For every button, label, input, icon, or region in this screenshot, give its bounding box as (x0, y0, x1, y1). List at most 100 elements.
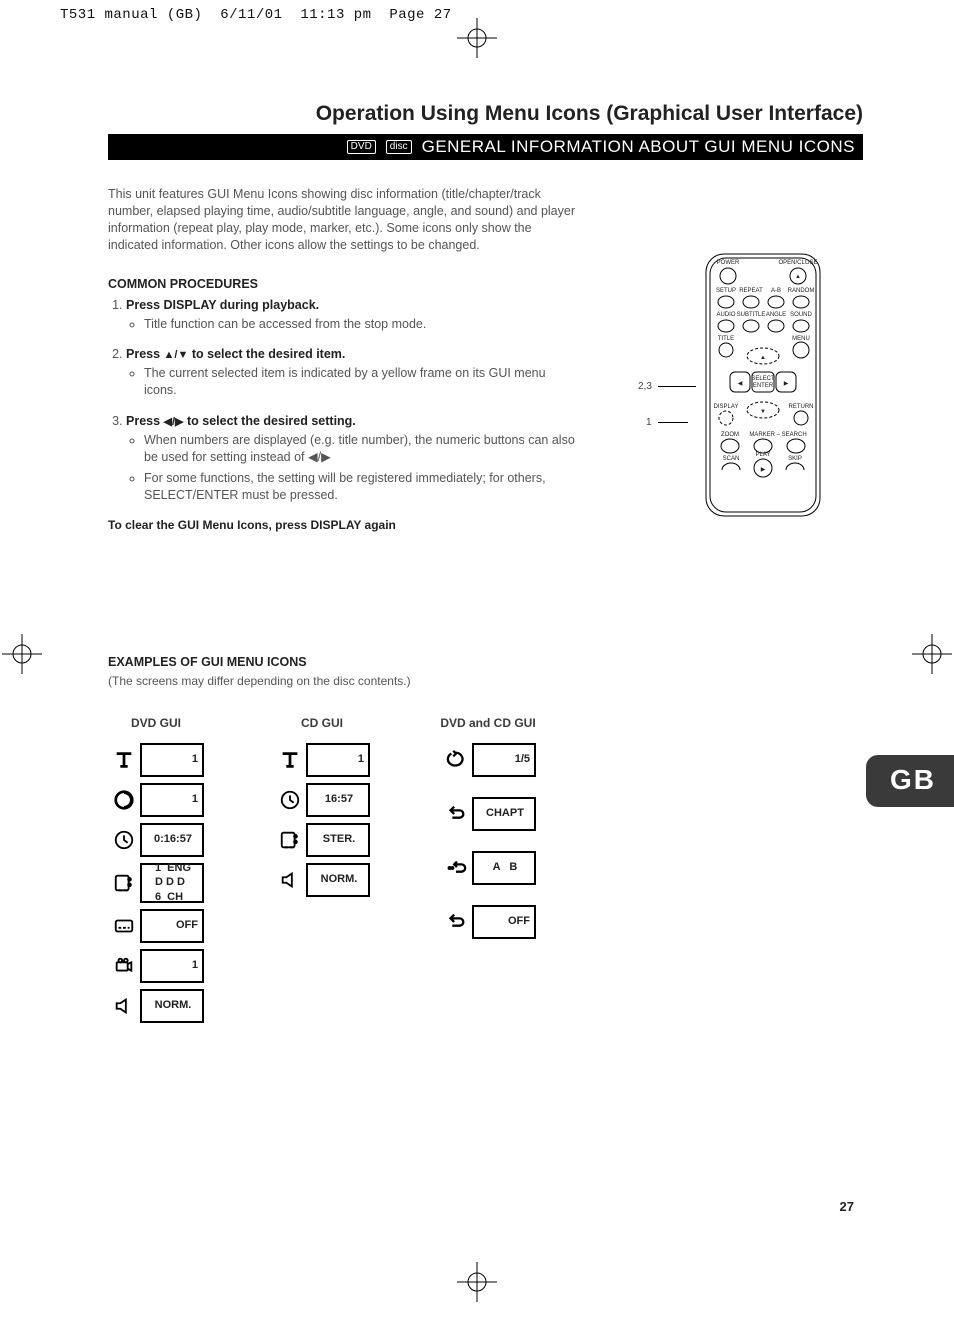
up-down-arrows-icon: ▲/▼ (164, 349, 189, 361)
gui-icon-row: 1 (108, 743, 204, 777)
clock-icon (274, 783, 308, 817)
language-tab-gb: GB (866, 755, 954, 807)
angle-icon (108, 949, 142, 983)
sound-icon (274, 863, 308, 897)
svg-text:TITLE: TITLE (718, 336, 734, 342)
clock-icon (108, 823, 142, 857)
gui-icon-row: NORM. (274, 863, 370, 897)
svg-text:A-B: A-B (771, 288, 781, 294)
gui-icon-value: 1 (142, 743, 204, 777)
gui-icon-row: CHAPT (440, 797, 536, 831)
clear-instruction: To clear the GUI Menu Icons, press DISPL… (108, 517, 578, 533)
gui-icon-row: 1 (108, 783, 204, 817)
svg-text:RETURN: RETURN (789, 404, 814, 410)
step-1-lead: Press DISPLAY during playback. (126, 298, 319, 312)
intro-paragraph: This unit features GUI Menu Icons showin… (108, 186, 578, 254)
registration-mark-right (912, 634, 952, 674)
svg-text:SCAN: SCAN (723, 456, 740, 462)
svg-text:DISPLAY: DISPLAY (714, 404, 739, 410)
examples-section: EXAMPLES OF GUI MENU ICONS (The screens … (108, 654, 863, 1029)
gui-icon-value: OFF (474, 905, 536, 939)
page-title: Operation Using Menu Icons (Graphical Us… (108, 100, 863, 128)
gui-icon-value: 1/5 (474, 743, 536, 777)
section-bar: DVD disc GENERAL INFORMATION ABOUT GUI M… (108, 134, 863, 160)
svg-text:ZOOM: ZOOM (721, 432, 739, 438)
svg-text:SUBTITLE: SUBTITLE (737, 312, 766, 318)
remote-illustration: 2,3 1 .lbl{font:6px Helvetica,Arial;fill… (678, 250, 848, 520)
repeat-icon (440, 905, 474, 939)
svg-text:SELECT: SELECT (751, 376, 775, 382)
dvd-gui-title: DVD GUI (131, 715, 181, 731)
dvd-gui-column: DVD GUI 1 1 0:16:57 1 ENG D D D 6 CH OFF 1 NOR… (108, 715, 204, 1029)
left-right-arrows-icon: ◀/▶ (164, 416, 184, 428)
page-column: Operation Using Menu Icons (Graphical Us… (108, 100, 863, 1029)
gui-icon-row: OFF (440, 905, 536, 939)
svg-text:SKIP: SKIP (788, 456, 802, 462)
registration-mark-bottom (457, 1262, 497, 1302)
gui-icon-row: OFF (108, 909, 204, 943)
registration-mark-left (2, 634, 42, 674)
cd-gui-title: CD GUI (301, 715, 343, 731)
svg-text:◀: ◀ (738, 381, 743, 387)
gui-icon-value: 1 (308, 743, 370, 777)
gui-icon-row: 1 ENG D D D 6 CH (108, 863, 204, 903)
audio-icon (108, 863, 142, 903)
svg-text:SETUP: SETUP (716, 288, 736, 294)
gui-icon-row: 1/5 (440, 743, 536, 777)
title-icon (274, 743, 308, 777)
remote-svg: .lbl{font:6px Helvetica,Arial;fill:#222;… (678, 250, 848, 520)
svg-text:REPEAT: REPEAT (739, 288, 763, 294)
gui-icon-row: 1 (108, 949, 204, 983)
gui-icon-value: 1 ENG D D D 6 CH (142, 863, 204, 903)
section-bar-text: GENERAL INFORMATION ABOUT GUI MENU ICONS (422, 136, 855, 159)
examples-heading: EXAMPLES OF GUI MENU ICONS (108, 654, 863, 671)
gui-icon-value: 1 (142, 949, 204, 983)
step-3-lead: Press ◀/▶ to select the desired setting. (126, 414, 356, 428)
callout-1: 1 (646, 416, 652, 430)
examples-columns: DVD GUI 1 1 0:16:57 1 ENG D D D 6 CH OFF 1 NOR… (108, 715, 863, 1029)
repeat-ab-icon (440, 851, 474, 885)
repeat-count-icon (440, 743, 474, 777)
repeat-icon (440, 797, 474, 831)
both-gui-title: DVD and CD GUI (440, 715, 535, 731)
both-gui-column: DVD and CD GUI 1/5 CHAPT A B OFF (440, 715, 536, 959)
svg-text:▲: ▲ (760, 355, 766, 361)
svg-text:ANGLE: ANGLE (766, 312, 786, 318)
svg-text:SOUND: SOUND (790, 312, 812, 318)
step-2-bullet-1: The current selected item is indicated b… (144, 365, 578, 399)
sound-icon (108, 989, 142, 1023)
step-2: Press ▲/▼ to select the desired item. Th… (126, 346, 578, 399)
prepress-slug: T531 manual (GB) 6/11/01 11:13 pm Page 2… (60, 6, 452, 25)
svg-text:▲: ▲ (795, 274, 801, 280)
step-1: Press DISPLAY during playback. Title fun… (126, 297, 578, 333)
svg-text:MENU: MENU (792, 336, 810, 342)
gui-icon-row: STER. (274, 823, 370, 857)
subtitle-icon (108, 909, 142, 943)
step-1-bullet-1: Title function can be accessed from the … (144, 316, 578, 333)
gui-icon-row: 1 (274, 743, 370, 777)
svg-text:▶: ▶ (784, 381, 789, 387)
gui-icon-value: A B (474, 851, 536, 885)
audio-icon (274, 823, 308, 857)
gui-icon-value: 0:16:57 (142, 823, 204, 857)
svg-text:ENTER: ENTER (753, 383, 774, 389)
procedure-list: Press DISPLAY during playback. Title fun… (108, 297, 578, 504)
dvd-badge-icon: DVD (347, 140, 376, 154)
gui-icon-value: NORM. (308, 863, 370, 897)
gui-icon-row: NORM. (108, 989, 204, 1023)
gui-icon-value: 16:57 (308, 783, 370, 817)
step-2-lead: Press ▲/▼ to select the desired item. (126, 347, 345, 361)
registration-mark-top (457, 18, 497, 58)
remote-openclose-label: OPEN/CLOSE (778, 260, 817, 266)
cd-gui-column: CD GUI 1 16:57 STER. NORM. (274, 715, 370, 903)
remote-power-label: POWER (717, 260, 740, 266)
disc-badge-icon: disc (386, 140, 412, 154)
svg-text:AUDIO: AUDIO (716, 312, 735, 318)
gui-icon-value: NORM. (142, 989, 204, 1023)
title-icon (108, 743, 142, 777)
step-3-bullet-1: When numbers are displayed (e.g. title n… (144, 432, 578, 466)
svg-text:PLAY: PLAY (756, 452, 771, 458)
gui-icon-value: OFF (142, 909, 204, 943)
gui-icon-value: 1 (142, 783, 204, 817)
gui-icon-value: CHAPT (474, 797, 536, 831)
